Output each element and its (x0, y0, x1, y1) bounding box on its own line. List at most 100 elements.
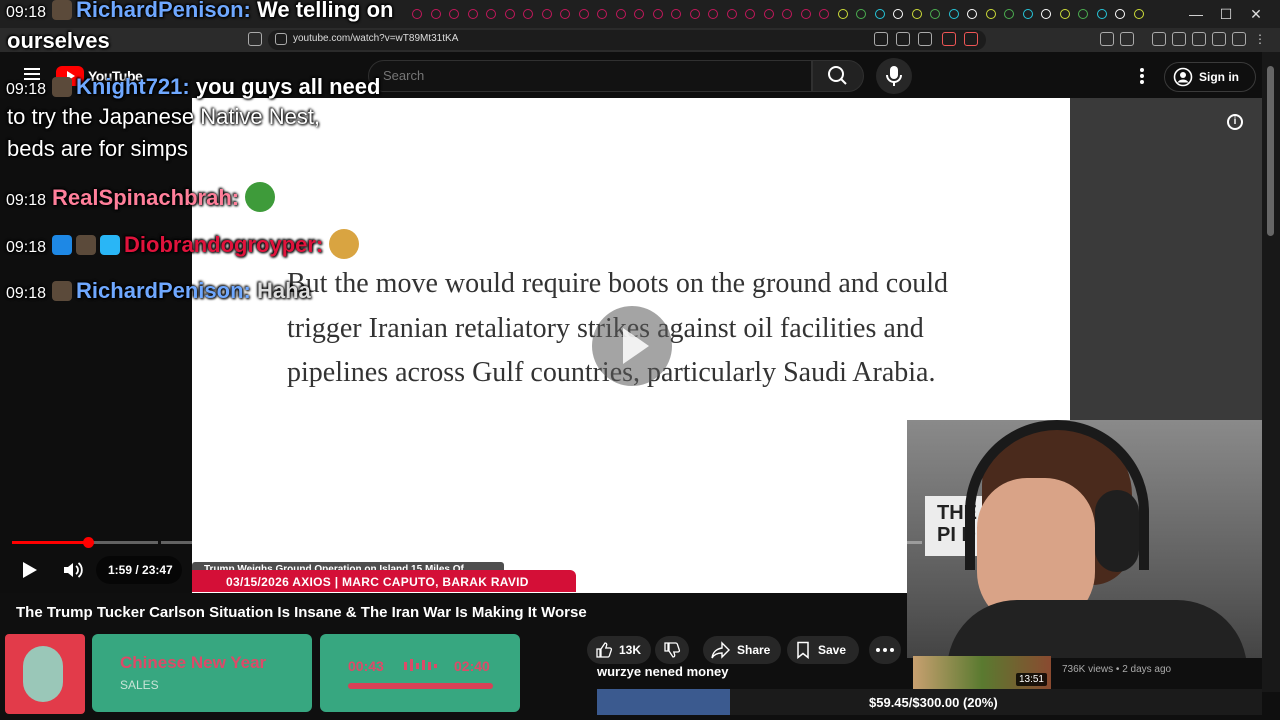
browser-tab-icon[interactable] (745, 9, 755, 19)
volume-button[interactable] (62, 561, 84, 579)
info-icon[interactable]: i (1227, 114, 1243, 130)
track-progress-bar (348, 683, 493, 689)
browser-tab-icon[interactable] (1133, 9, 1144, 19)
donation-message: wurzye nened money (597, 664, 729, 679)
donation-goal-bar: $59.45/$300.00 (20%) (597, 689, 1262, 715)
chat-username: RealSpinachbrah (52, 185, 232, 210)
settings-menu-icon[interactable] (1136, 66, 1148, 86)
rewards-icon[interactable] (964, 32, 978, 46)
more-actions-button[interactable] (869, 636, 901, 664)
search-box[interactable] (368, 60, 812, 92)
chat-badge-icon (52, 77, 73, 97)
track-title: Chinese New Year (120, 653, 267, 672)
browser-tab-icon[interactable] (930, 9, 940, 19)
video-title: The Trump Tucker Carlson Situation Is In… (16, 604, 587, 621)
minimize-button[interactable]: — (1182, 4, 1210, 24)
like-button[interactable]: 13K (587, 636, 651, 664)
maximize-button[interactable]: ☐ (1212, 4, 1240, 24)
chat-badge-icon (76, 235, 97, 255)
browser-tab-icon[interactable] (1041, 9, 1051, 19)
track-time-current: 00:43 (348, 658, 384, 674)
progress-bar[interactable] (12, 537, 922, 548)
play-button[interactable] (20, 561, 38, 579)
suggested-video-thumbnail[interactable]: 13:51 (913, 656, 1051, 689)
track-subtitle: SALES (120, 678, 159, 692)
sign-in-label: Sign in (1199, 70, 1239, 84)
browser-tab-icon[interactable] (708, 9, 718, 19)
share-icon (711, 641, 730, 659)
browser-tab-icon[interactable] (985, 9, 996, 19)
voice-search-button[interactable] (876, 58, 912, 94)
browser-tab-icon[interactable] (486, 9, 496, 19)
menu-icon[interactable]: ⋮ (1254, 32, 1268, 46)
reading-list-icon[interactable] (1192, 32, 1206, 46)
progress-scrubber[interactable] (83, 537, 94, 548)
browser-tab-icon[interactable] (615, 9, 626, 19)
sign-in-button[interactable]: Sign in (1164, 62, 1256, 92)
chat-text: you guys all need (195, 74, 381, 99)
share-label: Share (737, 643, 771, 657)
leo-icon[interactable] (1212, 32, 1226, 46)
search-button[interactable] (812, 60, 864, 92)
search-input[interactable] (381, 67, 785, 84)
brave-shield-icon[interactable] (942, 32, 956, 46)
browser-tab-icon[interactable] (597, 9, 607, 19)
browser-tab-icon[interactable] (819, 9, 829, 19)
media-icon[interactable] (1152, 32, 1166, 46)
save-button[interactable]: Save (787, 636, 859, 664)
browser-tab-icon[interactable] (671, 9, 681, 19)
browser-tab-icon[interactable] (578, 9, 589, 19)
install-icon[interactable] (874, 32, 888, 46)
thumbs-up-icon (596, 642, 613, 658)
share-page-icon[interactable] (918, 32, 932, 46)
scrollbar-thumb[interactable] (1267, 66, 1274, 236)
browser-tab-icon[interactable] (504, 9, 515, 19)
chat-message: 09:18 RichardPenison: Haha (6, 278, 311, 303)
browser-tab-icon[interactable] (874, 9, 885, 19)
browser-tab-icon[interactable] (467, 9, 478, 19)
bookmark-save-icon (797, 641, 809, 659)
browser-tab-icon[interactable] (449, 9, 459, 19)
browser-tab-icon[interactable] (967, 9, 977, 19)
browser-tab-icon[interactable] (893, 9, 903, 19)
chat-message: 09:18 Knight721: you guys all need (6, 74, 381, 99)
browser-tab-icon[interactable] (911, 9, 922, 19)
chat-overlay: 09:18 RichardPenison: We telling on ourse… (0, 0, 420, 320)
browser-tab-icon[interactable] (1022, 9, 1033, 19)
page-scrollbar[interactable] (1262, 52, 1280, 692)
browser-tab-icon[interactable] (726, 9, 737, 19)
sidebar-icon[interactable] (1172, 32, 1186, 46)
chat-username: Diobrandogroyper (124, 232, 316, 257)
browser-tab-icon[interactable] (948, 9, 959, 19)
browser-tab-icon[interactable] (1115, 9, 1125, 19)
browser-tab-icon[interactable] (541, 9, 552, 19)
wallet-icon[interactable] (1120, 32, 1134, 46)
donation-goal-text: $59.45/$300.00 (20%) (869, 695, 998, 710)
browser-tab-icon[interactable] (800, 9, 811, 19)
browser-tab-icon[interactable] (782, 9, 792, 19)
browser-tab-icon[interactable] (689, 9, 700, 19)
extensions-icon[interactable] (1100, 32, 1114, 46)
browser-tab-icon[interactable] (763, 9, 774, 19)
browser-tab-icon[interactable] (1078, 9, 1088, 19)
browser-tab-icon[interactable] (430, 9, 441, 19)
browser-tab-icon[interactable] (560, 9, 570, 19)
now-playing-art (5, 634, 85, 714)
browser-tab-icon[interactable] (1096, 9, 1107, 19)
zoom-icon[interactable] (896, 32, 910, 46)
close-window-button[interactable]: ✕ (1242, 4, 1270, 24)
dislike-button[interactable] (655, 636, 689, 664)
browser-tab-icon[interactable] (523, 9, 533, 19)
large-play-icon[interactable] (592, 306, 672, 386)
browser-tab-icon[interactable] (1059, 9, 1070, 19)
chat-text-continuation: to try the Japanese Native Nest, (7, 104, 321, 129)
browser-tab-icon[interactable] (652, 9, 663, 19)
browser-tab-icon[interactable] (837, 9, 848, 19)
share-button[interactable]: Share (703, 636, 781, 664)
browser-tab-icon[interactable] (634, 9, 644, 19)
chat-username: RichardPenison (76, 278, 244, 303)
browser-tab-icon[interactable] (856, 9, 866, 19)
vpn-icon[interactable] (1232, 32, 1246, 46)
browser-tab-icon[interactable] (1004, 9, 1014, 19)
volume-icon (64, 562, 83, 578)
